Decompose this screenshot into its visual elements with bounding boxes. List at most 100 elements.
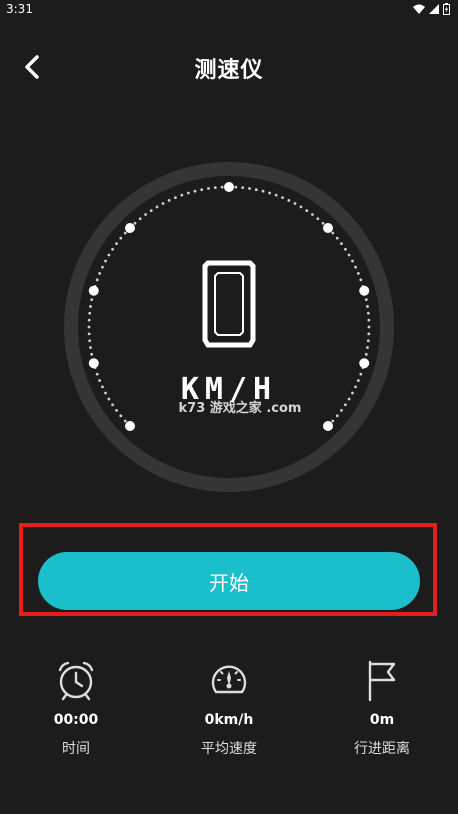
gauge-tick-dot (331, 419, 335, 423)
gauge-tick-dot (344, 403, 347, 407)
gauge-tick-dot (364, 352, 368, 356)
gauge-tick-dot (367, 318, 371, 322)
gauge-tick-dot (133, 221, 137, 225)
gauge-major-dot (359, 358, 370, 369)
gauge-tick-dot (347, 253, 351, 257)
gauge-tick-dot (111, 403, 114, 407)
stat-time-label: 时间 (62, 741, 90, 757)
status-icons (413, 3, 450, 15)
gauge-tick-dot (234, 185, 238, 189)
gauge-major-dot (125, 420, 136, 431)
gauge-tick-dot (186, 191, 190, 195)
gauge-tick-dot (356, 272, 360, 275)
gauge-tick-dot (354, 265, 357, 269)
gauge-tick-dot (123, 231, 127, 235)
gauge-tick-dot (351, 259, 354, 263)
gauge-tick-dot (193, 189, 197, 193)
gauge-tick-dot (119, 236, 123, 240)
gauge-tick-dot (299, 205, 303, 209)
gauge-tick-dot (167, 199, 171, 202)
battery-icon (443, 3, 450, 15)
header-bar: 测速仪 (0, 40, 458, 94)
gauge-tick-dot (89, 346, 92, 349)
gauge-tick-dot (367, 332, 371, 336)
gauge-tick-dot (95, 278, 99, 282)
gauge-major-dot (322, 223, 333, 234)
gauge-tick-dot (104, 259, 107, 263)
gauge-tick-dot (310, 213, 314, 216)
gauge-tick-dot (340, 408, 343, 412)
page-title: 测速仪 (194, 58, 264, 83)
gauge-tick-dot (335, 414, 339, 418)
gauge-tick-dot (354, 385, 357, 389)
gauge-tick-dot (155, 205, 159, 209)
stat-time: 00:00 时间 (6, 658, 146, 758)
gauge-tick-dot (331, 231, 335, 235)
gauge-tick-dot (254, 188, 258, 192)
gauge-tick-dot (101, 265, 104, 269)
gauge-tick-dot (107, 397, 111, 401)
gauge-tick-dot (293, 202, 297, 205)
gauge-tick-dot (241, 186, 245, 190)
gauge-major-dot (88, 358, 99, 369)
gauge-major-dot (125, 223, 136, 234)
gauge-tick-dot (98, 379, 102, 382)
gauge-tick-dot (321, 221, 325, 225)
signal-icon (429, 4, 439, 14)
stat-avg-speed: 0km/h 平均速度 (159, 658, 299, 758)
stat-time-value: 00:00 (53, 712, 99, 728)
gauge-tick-dot (115, 242, 118, 246)
gauge-tick-dot (161, 202, 165, 205)
stat-distance-value: 0m (369, 712, 395, 728)
gauge-tick-dot (366, 346, 369, 349)
gauge-tick-dot (87, 332, 91, 336)
gauge-tick-dot (351, 391, 354, 395)
gauge-tick-dot (107, 253, 111, 257)
gauge-tick-dot (138, 217, 142, 221)
gauge-tick-dot (90, 352, 94, 356)
gauge-tick-dot (261, 189, 265, 193)
speed-gauge: 0 KM/H k73 游戏之家 .com (64, 162, 394, 492)
gauge-tick-dot (340, 242, 343, 246)
gauge-tick-dot (207, 187, 210, 190)
gauge-tick-dot (220, 185, 224, 189)
start-button[interactable]: 开始 (38, 552, 420, 610)
gauge-tick-dot (144, 213, 148, 216)
gauge-tick-dot (111, 247, 114, 251)
watermark-text: k73 游戏之家 .com (179, 400, 302, 416)
gauge-tick-dot (364, 298, 368, 302)
gauge-tick-dot (180, 193, 184, 197)
status-bar: 3:31 (0, 0, 458, 20)
gauge-tick-dot (119, 414, 123, 418)
gauge-tick-dot (359, 372, 363, 376)
gauge-tick-dot (344, 247, 347, 251)
flag-icon (368, 660, 396, 702)
stat-avg-speed-value: 0km/h (204, 712, 254, 728)
gauge-tick-dot (356, 379, 360, 382)
gauge-tick-dot (281, 196, 284, 200)
stat-distance-label: 行进距离 (354, 741, 410, 757)
alarm-clock-icon (58, 661, 94, 701)
gauge-tick-dot (174, 196, 177, 200)
gauge-tick-dot (366, 311, 370, 315)
wifi-icon (413, 4, 425, 14)
speedometer-icon (211, 665, 247, 694)
gauge-tick-dot (274, 193, 278, 197)
gauge-major-dot (322, 420, 333, 431)
gauge-tick-dot (87, 325, 91, 329)
gauge-tick-dot (88, 339, 92, 343)
gauge-tick-dot (101, 385, 104, 389)
gauge-tick-dot (88, 311, 92, 315)
gauge-tick-dot (248, 187, 251, 190)
gauge-tick-dot (87, 318, 91, 322)
gauge-tick-dot (366, 305, 369, 308)
gauge-tick-dot (95, 372, 99, 376)
gauge-tick-dot (359, 278, 363, 282)
gauge-tick-dot (115, 408, 118, 412)
gauge-tick-dot (90, 298, 94, 302)
gauge-tick-dot (123, 419, 127, 423)
gauge-tick-dot (149, 209, 153, 212)
gauge-tick-dot (316, 217, 320, 221)
gauge-tick-dot (89, 305, 92, 308)
gauge-major-dot (359, 285, 370, 296)
